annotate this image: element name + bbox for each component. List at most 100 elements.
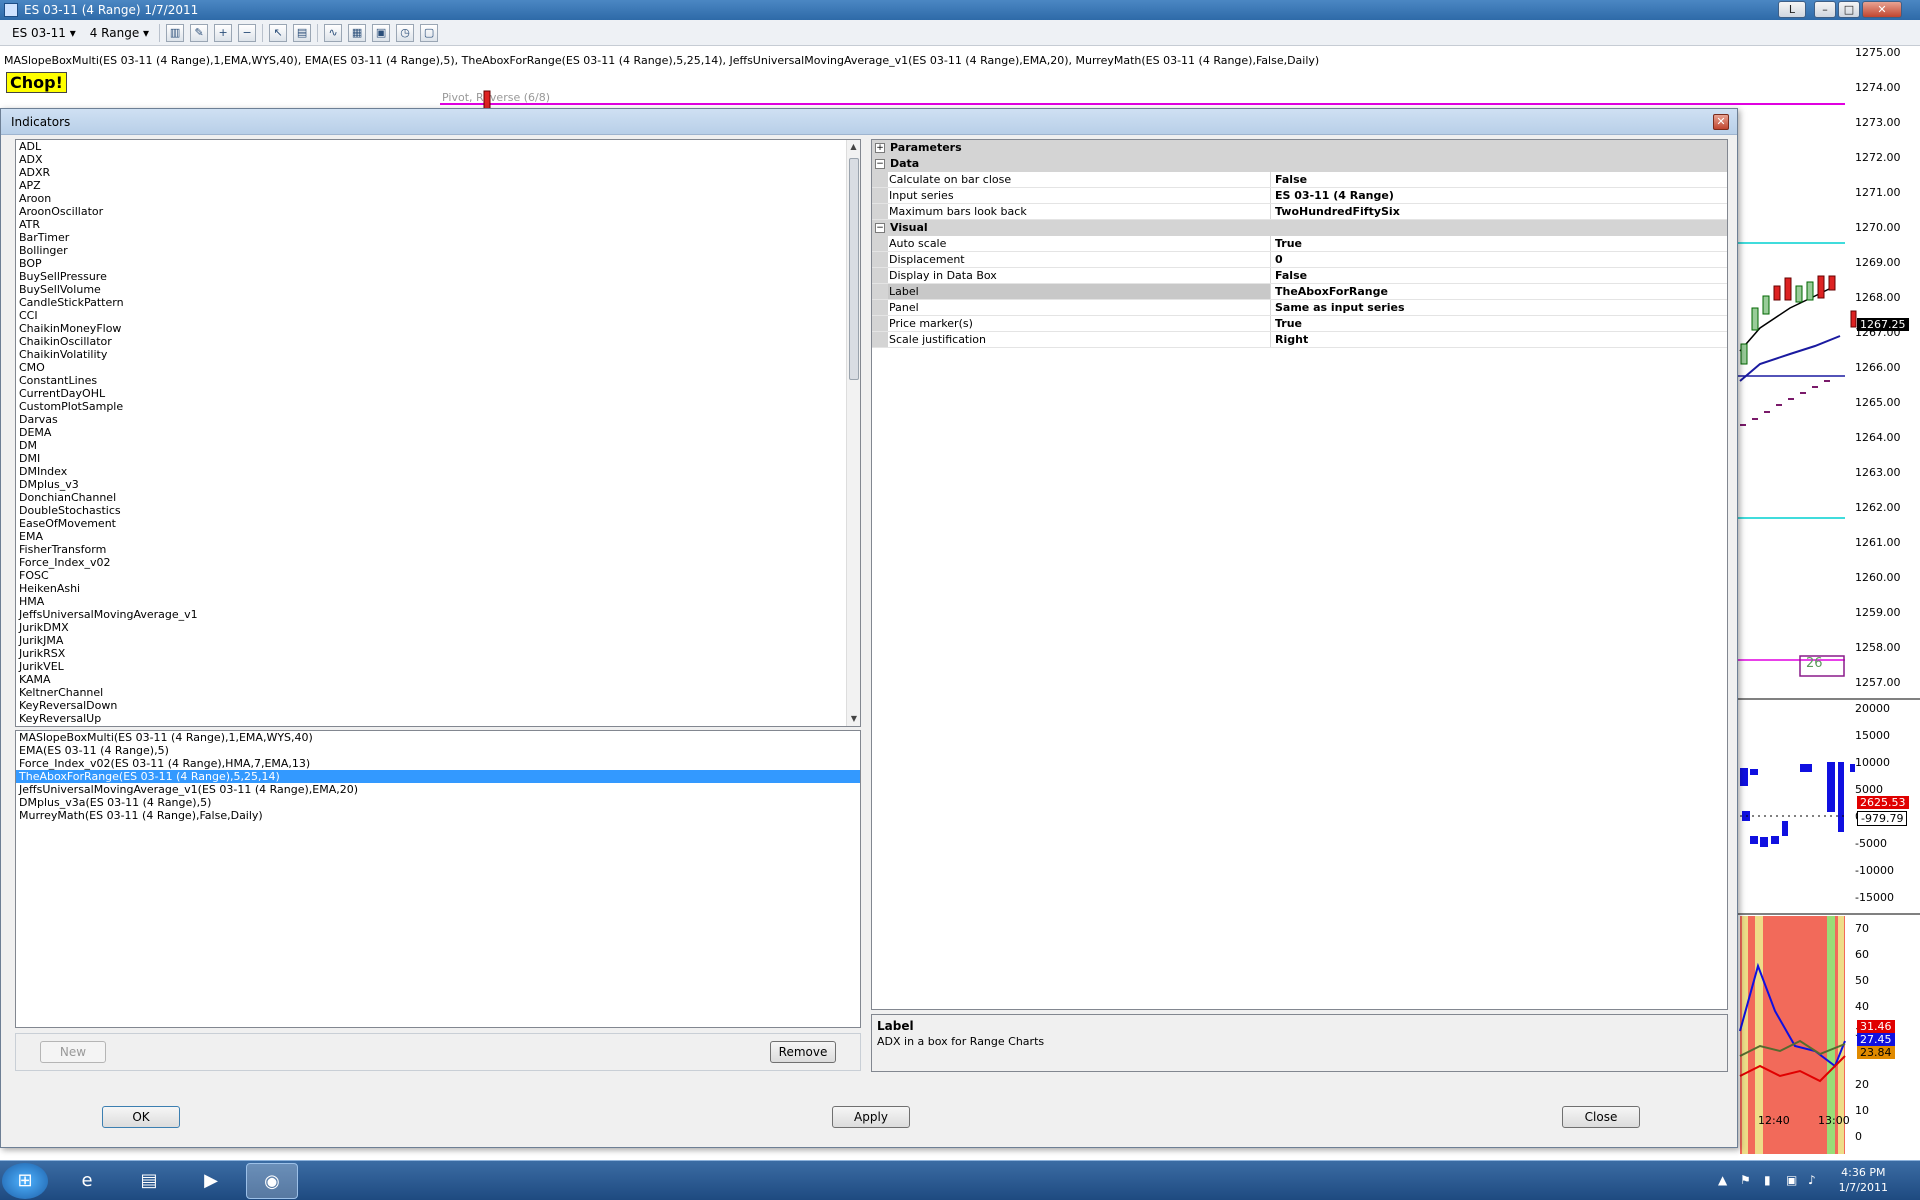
available-indicator-item[interactable]: ADXR: [16, 166, 860, 179]
property-value[interactable]: Same as input series: [1271, 300, 1727, 315]
collapse-icon[interactable]: −: [875, 159, 885, 169]
property-row[interactable]: Scale justification Right: [872, 332, 1727, 348]
window-layout-icon[interactable]: ▢: [420, 23, 439, 42]
applied-indicator-item[interactable]: DMplus_v3a(ES 03-11 (4 Range),5): [16, 796, 860, 809]
property-row[interactable]: Input series ES 03-11 (4 Range): [872, 188, 1727, 204]
pencil-icon[interactable]: ✎: [190, 23, 209, 42]
property-row[interactable]: Displacement 0: [872, 252, 1727, 268]
property-value[interactable]: False: [1271, 268, 1727, 283]
start-button[interactable]: ⊞: [2, 1163, 48, 1199]
property-row[interactable]: Panel Same as input series: [872, 300, 1727, 316]
power-icon[interactable]: ▮: [1764, 1173, 1771, 1187]
available-indicator-item[interactable]: BuySellPressure: [16, 270, 860, 283]
scroll-down-icon[interactable]: ▼: [847, 712, 860, 726]
period-selector[interactable]: 4 Range ▾: [86, 26, 153, 40]
property-value[interactable]: True: [1271, 236, 1727, 251]
available-indicator-item[interactable]: ChaikinVolatility: [16, 348, 860, 361]
property-row[interactable]: Auto scale True: [872, 236, 1727, 252]
available-indicator-item[interactable]: Force_Index_v02: [16, 556, 860, 569]
new-button[interactable]: New: [40, 1041, 106, 1063]
available-indicator-item[interactable]: AroonOscillator: [16, 205, 860, 218]
ok-button[interactable]: OK: [102, 1106, 180, 1128]
volume-icon[interactable]: ♪: [1808, 1173, 1816, 1187]
applied-indicator-item[interactable]: TheAboxForRange(ES 03-11 (4 Range),5,25,…: [16, 770, 860, 783]
available-indicator-item[interactable]: ConstantLines: [16, 374, 860, 387]
available-indicator-item[interactable]: DEMA: [16, 426, 860, 439]
available-indicator-item[interactable]: KeltnerChannel: [16, 686, 860, 699]
available-indicator-item[interactable]: ChaikinOscillator: [16, 335, 860, 348]
available-indicator-item[interactable]: JurikJMA: [16, 634, 860, 647]
available-indicator-item[interactable]: CustomPlotSample: [16, 400, 860, 413]
available-indicator-item[interactable]: EaseOfMovement: [16, 517, 860, 530]
available-indicator-item[interactable]: KeyReversalUp: [16, 712, 860, 725]
scroll-up-icon[interactable]: ▲: [847, 140, 860, 154]
available-indicator-item[interactable]: FOSC: [16, 569, 860, 582]
available-indicator-item[interactable]: Bollinger: [16, 244, 860, 257]
available-indicators-list[interactable]: ADL ADX ADXR APZ Aroon AroonOscillator ATR BarT…: [15, 139, 861, 727]
zoom-out-icon[interactable]: −: [238, 23, 257, 42]
available-indicator-item[interactable]: ATR: [16, 218, 860, 231]
applied-indicator-item[interactable]: Force_Index_v02(ES 03-11 (4 Range),HMA,7…: [16, 757, 860, 770]
zoom-in-icon[interactable]: +: [214, 23, 233, 42]
category-parameters[interactable]: + Parameters: [872, 140, 1727, 156]
available-indicator-item[interactable]: DMplus_v3: [16, 478, 860, 491]
tray-arrow-icon[interactable]: ▲: [1718, 1173, 1727, 1187]
collapse-icon[interactable]: −: [875, 223, 885, 233]
available-indicator-item[interactable]: CurrentDayOHL: [16, 387, 860, 400]
available-indicator-item[interactable]: BuySellVolume: [16, 283, 860, 296]
property-value[interactable]: Right: [1271, 332, 1727, 347]
property-row[interactable]: Maximum bars look back TwoHundredFiftySix: [872, 204, 1727, 220]
property-value[interactable]: TheAboxForRange: [1271, 284, 1727, 299]
available-indicator-item[interactable]: JurikVEL: [16, 660, 860, 673]
internet-explorer-icon[interactable]: e: [62, 1163, 112, 1199]
instrument-selector[interactable]: ES 03-11 ▾: [8, 26, 80, 40]
dialog-close-icon[interactable]: ✕: [1713, 114, 1729, 130]
available-indicator-item[interactable]: ChaikinMoneyFlow: [16, 322, 860, 335]
chart-properties-icon[interactable]: ▣: [372, 23, 391, 42]
available-indicator-item[interactable]: DonchianChannel: [16, 491, 860, 504]
minimize-button[interactable]: –: [1814, 1, 1836, 18]
apply-button[interactable]: Apply: [832, 1106, 910, 1128]
available-indicator-item[interactable]: KAMA: [16, 673, 860, 686]
property-value[interactable]: ES 03-11 (4 Range): [1271, 188, 1727, 203]
available-indicator-item[interactable]: BarTimer: [16, 231, 860, 244]
property-value[interactable]: False: [1271, 172, 1727, 187]
available-indicator-item[interactable]: FisherTransform: [16, 543, 860, 556]
available-indicator-item[interactable]: DoubleStochastics: [16, 504, 860, 517]
available-indicator-item[interactable]: HMA: [16, 595, 860, 608]
cursor-icon[interactable]: ↖: [269, 23, 288, 42]
property-value[interactable]: True: [1271, 316, 1727, 331]
available-indicator-item[interactable]: ADX: [16, 153, 860, 166]
available-indicator-item[interactable]: EMA: [16, 530, 860, 543]
available-indicator-item[interactable]: DMI: [16, 452, 860, 465]
available-indicator-item[interactable]: HeikenAshi: [16, 582, 860, 595]
available-indicator-item[interactable]: DMIndex: [16, 465, 860, 478]
close-button[interactable]: Close: [1562, 1106, 1640, 1128]
property-grid-table[interactable]: + Parameters − Data Calculate on bar clo…: [871, 139, 1728, 1010]
link-button[interactable]: L: [1778, 1, 1806, 18]
system-clock[interactable]: 4:36 PM 1/7/2011: [1839, 1165, 1888, 1195]
scroll-thumb[interactable]: [849, 158, 859, 380]
property-row[interactable]: Price marker(s) True: [872, 316, 1727, 332]
media-player-icon[interactable]: ▶: [186, 1163, 236, 1199]
applied-indicator-item[interactable]: JeffsUniversalMovingAverage_v1(ES 03-11 …: [16, 783, 860, 796]
property-row[interactable]: Display in Data Box False: [872, 268, 1727, 284]
expand-icon[interactable]: +: [875, 143, 885, 153]
property-row[interactable]: Calculate on bar close False: [872, 172, 1727, 188]
available-indicator-item[interactable]: APZ: [16, 179, 860, 192]
available-indicator-item[interactable]: JurikDMX: [16, 621, 860, 634]
bar-style-icon[interactable]: ▥: [166, 23, 185, 42]
category-data[interactable]: − Data: [872, 156, 1727, 172]
applied-indicator-item[interactable]: MASlopeBoxMulti(ES 03-11 (4 Range),1,EMA…: [16, 731, 860, 744]
remove-button[interactable]: Remove: [770, 1041, 836, 1063]
category-visual[interactable]: − Visual: [872, 220, 1727, 236]
available-indicator-item[interactable]: KeyReversalDown: [16, 699, 860, 712]
available-indicator-item[interactable]: DM: [16, 439, 860, 452]
applied-indicator-item[interactable]: EMA(ES 03-11 (4 Range),5): [16, 744, 860, 757]
available-indicator-item[interactable]: CCI: [16, 309, 860, 322]
available-indicator-item[interactable]: JeffsUniversalMovingAverage_v1: [16, 608, 860, 621]
available-indicator-item[interactable]: CandleStickPattern: [16, 296, 860, 309]
file-explorer-icon[interactable]: ▤: [124, 1163, 174, 1199]
bar-timer-icon[interactable]: ◷: [396, 23, 415, 42]
data-box-icon[interactable]: ▤: [293, 23, 312, 42]
